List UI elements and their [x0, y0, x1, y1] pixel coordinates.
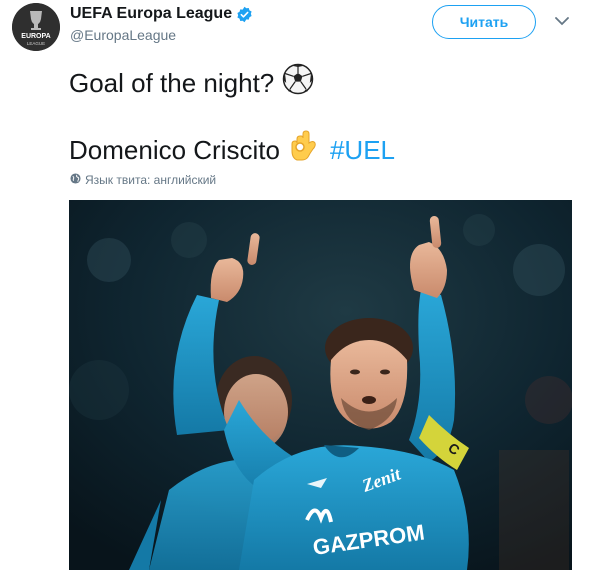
- tweet-language-note: Язык твита: английский: [70, 172, 216, 188]
- avatar-text-bottom: LEAGUE: [27, 41, 45, 46]
- soccer-ball-icon: [282, 63, 314, 102]
- follow-button[interactable]: Читать: [432, 5, 536, 39]
- display-name-row[interactable]: UEFA Europa League: [70, 4, 253, 24]
- display-name[interactable]: UEFA Europa League: [70, 4, 232, 24]
- ok-hand-icon: [288, 130, 318, 169]
- tweet-text-question: Goal of the night?: [69, 67, 275, 98]
- avatar-text-top: EUROPA: [21, 33, 50, 40]
- tweet-text-line2: Domenico Criscito #UEL: [69, 130, 395, 169]
- tweet-photo[interactable]: C Zenit GAZPROM: [69, 200, 572, 570]
- tweet-text-line1: Goal of the night?: [69, 63, 314, 102]
- goal-celebration-photo: C Zenit GAZPROM: [69, 200, 572, 570]
- europa-league-logo: EUROPA LEAGUE: [12, 3, 60, 51]
- avatar[interactable]: EUROPA LEAGUE: [12, 3, 60, 51]
- verified-badge-icon: [236, 6, 253, 23]
- tweet-text-player: Domenico Criscito: [69, 134, 280, 165]
- account-handle[interactable]: @EuropaLeague: [70, 26, 253, 44]
- globe-icon: [70, 172, 81, 188]
- tweet-language-text: Язык твита: английский: [85, 173, 217, 187]
- chevron-down-icon[interactable]: [553, 12, 571, 30]
- hashtag-link[interactable]: #UEL: [330, 134, 395, 166]
- account-names: UEFA Europa League @EuropaLeague: [70, 4, 253, 44]
